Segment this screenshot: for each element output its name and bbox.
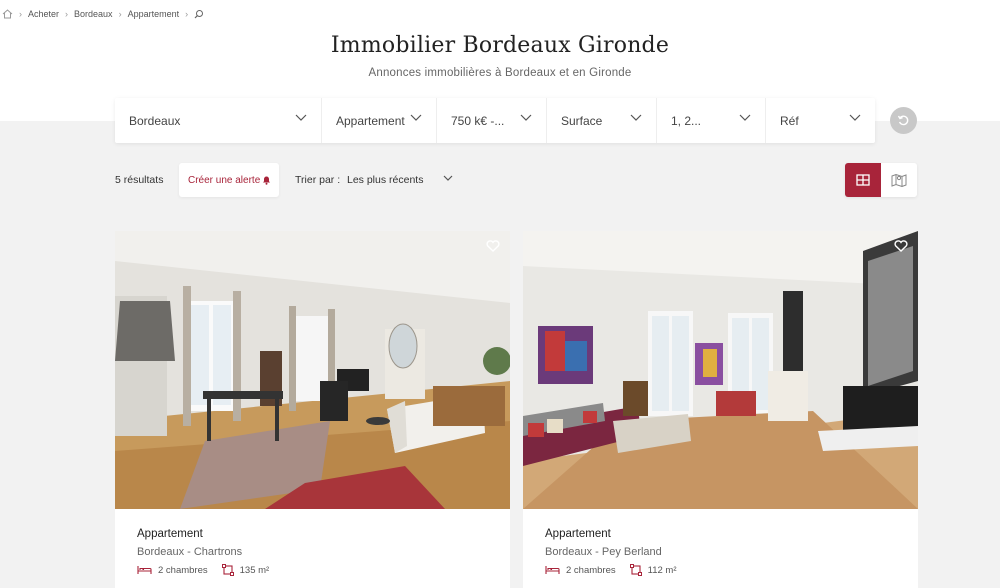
listing-location: Bordeaux - Chartrons xyxy=(137,546,243,558)
filter-surface[interactable]: Surface xyxy=(547,98,657,143)
breadcrumb-separator: › xyxy=(19,9,22,19)
filter-property-type-label: Appartement xyxy=(336,113,405,128)
filter-surface-label: Surface xyxy=(561,113,603,128)
listing-type: Appartement xyxy=(545,528,611,540)
sort-select[interactable]: Les plus récents xyxy=(347,174,453,186)
map-view-button[interactable] xyxy=(881,163,917,197)
results-count: 5 résultats xyxy=(115,174,164,186)
bed-icon xyxy=(137,566,152,574)
bell-icon xyxy=(263,176,270,185)
chevron-down-icon xyxy=(630,114,642,121)
grid-icon xyxy=(856,174,870,186)
filter-price[interactable]: 750 k€ -... xyxy=(437,98,547,143)
breadcrumb-separator: › xyxy=(118,9,122,19)
bedrooms-value: 2 chambres xyxy=(566,564,616,576)
listing-photo[interactable] xyxy=(115,231,510,509)
surface-spec: 135 m² xyxy=(221,564,270,576)
listing-location: Bordeaux - Pey Berland xyxy=(545,546,662,558)
heart-icon[interactable] xyxy=(894,240,908,252)
bedrooms-spec: 2 chambres xyxy=(545,565,616,576)
breadcrumb-acheter[interactable]: Acheter xyxy=(28,9,59,19)
create-alert-label: Créer une alerte xyxy=(188,174,261,186)
surface-spec: 112 m² xyxy=(629,564,677,576)
chevron-down-icon xyxy=(739,114,751,121)
surface-icon xyxy=(221,564,234,576)
page-subtitle: Annonces immobilières à Bordeaux et en G… xyxy=(368,67,632,79)
home-icon[interactable] xyxy=(2,9,13,19)
listing-type: Appartement xyxy=(137,528,203,540)
filter-rooms[interactable]: 1, 2... xyxy=(657,98,766,143)
surface-value: 135 m² xyxy=(239,564,270,576)
surface-icon xyxy=(629,564,642,576)
filter-property-type[interactable]: Appartement xyxy=(322,98,437,143)
listing-specs: 2 chambres 112 m² xyxy=(545,564,691,576)
listing-card[interactable]: Appartement Bordeaux - Chartrons 2 chamb… xyxy=(115,231,510,588)
reset-filters-button[interactable] xyxy=(890,107,917,134)
bedrooms-value: 2 chambres xyxy=(158,564,208,576)
surface-value: 112 m² xyxy=(647,564,677,576)
filter-location-label: Bordeaux xyxy=(129,113,181,128)
sort-select-value: Les plus récents xyxy=(347,174,424,186)
breadcrumb-bordeaux[interactable]: Bordeaux xyxy=(74,9,113,19)
reset-icon xyxy=(897,115,909,126)
filter-rooms-label: 1, 2... xyxy=(671,113,702,128)
map-icon xyxy=(891,173,907,187)
create-alert-button[interactable]: Créer une alerte xyxy=(179,163,279,197)
breadcrumb: › Acheter › Bordeaux › Appartement › xyxy=(2,9,204,19)
bedrooms-spec: 2 chambres xyxy=(137,565,208,576)
chevron-down-icon xyxy=(443,175,453,181)
listing-photo[interactable] xyxy=(523,231,918,509)
chevron-down-icon xyxy=(849,114,861,121)
listing-card[interactable]: Appartement Bordeaux - Pey Berland 2 cha… xyxy=(523,231,918,588)
sort-label: Trier par : xyxy=(295,174,341,186)
grid-view-button[interactable] xyxy=(845,163,881,197)
chevron-down-icon xyxy=(520,114,532,121)
filter-reference[interactable]: Réf xyxy=(766,98,875,143)
breadcrumb-separator: › xyxy=(185,9,189,19)
bed-icon xyxy=(545,566,560,574)
filter-reference-label: Réf xyxy=(780,113,799,128)
chevron-down-icon xyxy=(410,114,422,121)
filter-location[interactable]: Bordeaux xyxy=(115,98,322,143)
filter-price-label: 750 k€ -... xyxy=(451,113,505,128)
listing-specs: 2 chambres 135 m² xyxy=(137,564,283,576)
search-icon[interactable] xyxy=(194,9,204,19)
page-title: Immobilier Bordeaux Gironde xyxy=(330,33,670,58)
heart-icon[interactable] xyxy=(486,240,500,252)
breadcrumb-appartement[interactable]: Appartement xyxy=(128,9,180,19)
search-filters-bar: Bordeaux Appartement 750 k€ -... Surface… xyxy=(115,98,875,143)
view-toggle xyxy=(845,163,917,197)
breadcrumb-separator: › xyxy=(65,9,69,19)
chevron-down-icon xyxy=(295,114,307,121)
